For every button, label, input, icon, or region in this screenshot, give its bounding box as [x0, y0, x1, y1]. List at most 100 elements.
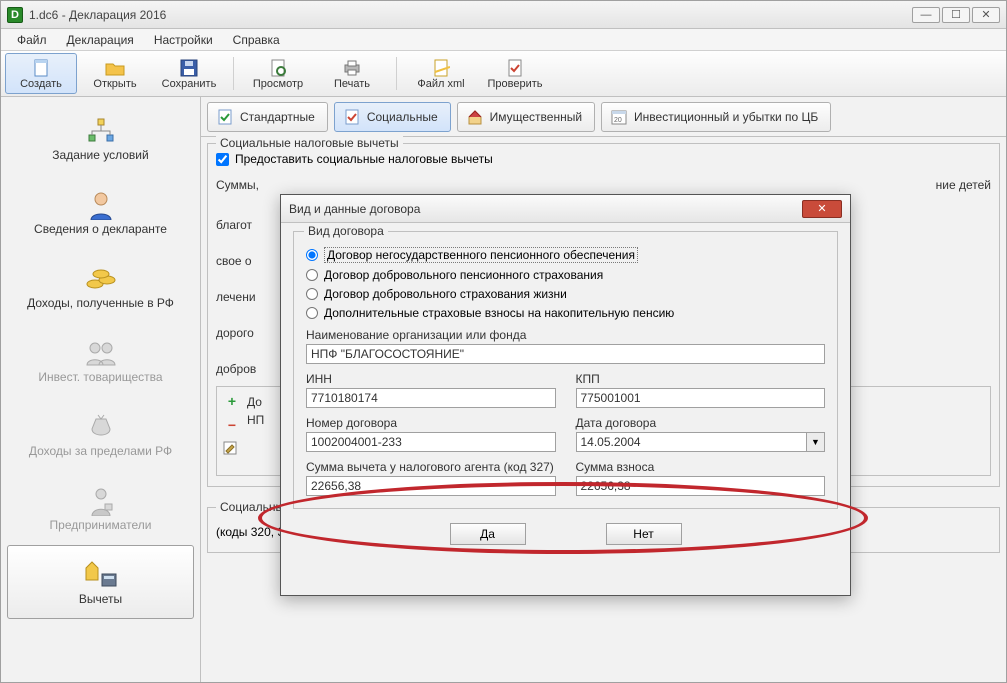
provide-checkbox[interactable] — [216, 153, 229, 166]
money-bag-icon — [88, 410, 114, 444]
radio-voluntary-pension[interactable]: Договор добровольного пенсионного страхо… — [306, 268, 825, 282]
tool-open[interactable]: Открыть — [79, 53, 151, 94]
dialog-title: Вид и данные договора — [289, 202, 420, 216]
print-icon — [343, 58, 361, 78]
tab-label: Стандартные — [240, 110, 315, 124]
tool-preview-label: Просмотр — [253, 78, 303, 90]
radio-ec-label: Дополнительные страховые взносы на накоп… — [324, 306, 674, 320]
tool-create-label: Создать — [20, 78, 62, 90]
tool-save[interactable]: Сохранить — [153, 53, 225, 94]
group-legend: Социальные налоговые вычеты — [216, 136, 403, 150]
tool-open-label: Открыть — [93, 78, 136, 90]
no-button[interactable]: Нет — [606, 523, 682, 545]
menu-file[interactable]: Файл — [9, 31, 55, 49]
edit-button[interactable] — [223, 441, 241, 459]
menubar: Файл Декларация Настройки Справка — [1, 29, 1006, 51]
document-check-icon — [216, 108, 234, 126]
inn-label: ИНН — [306, 372, 556, 386]
new-file-icon — [32, 58, 50, 78]
main-toolbar: Создать Открыть Сохранить Просмотр Печа — [1, 51, 1006, 97]
dialog-close-button[interactable]: ✕ — [802, 200, 842, 218]
tab-label: Социальные — [367, 110, 438, 124]
coins-icon — [85, 262, 117, 296]
voluntary-label: добров — [216, 362, 276, 376]
contract-date-input[interactable] — [576, 432, 808, 452]
tab-label: Имущественный — [490, 110, 582, 124]
radio-vp-input[interactable] — [306, 269, 318, 281]
agent-sum-label: Сумма вычета у налогового агента (код 32… — [306, 460, 556, 474]
sidebar-item-declarant[interactable]: Сведения о декларанте — [7, 175, 194, 249]
sidebar-item-conditions[interactable]: Задание условий — [7, 101, 194, 175]
contract-type-legend: Вид договора — [304, 224, 388, 238]
tool-print-label: Печать — [334, 78, 370, 90]
tab-standard[interactable]: Стандартные — [207, 102, 328, 132]
add-button[interactable]: + — [223, 393, 241, 411]
radio-li-input[interactable] — [306, 288, 318, 300]
contract-dialog: Вид и данные договора ✕ Вид договора Дог… — [280, 194, 851, 596]
org-label: Наименование организации или фонда — [306, 328, 825, 342]
check-icon — [506, 58, 524, 78]
sidebar-item-invest[interactable]: Инвест. товарищества — [7, 323, 194, 397]
folder-open-icon — [105, 58, 125, 78]
businessman-icon — [88, 484, 114, 518]
minimize-button[interactable]: — — [912, 7, 940, 23]
tab-label: Инвестиционный и убытки по ЦБ — [634, 110, 818, 124]
sidebar-label: Предприниматели — [50, 518, 152, 532]
sidebar-label: Доходы за пределами РФ — [29, 444, 172, 458]
contract-num-label: Номер договора — [306, 416, 556, 430]
expensive-label: дорого — [216, 326, 276, 340]
agent-sum-input[interactable] — [306, 476, 556, 496]
radio-ec-input[interactable] — [306, 307, 318, 319]
separator — [233, 57, 234, 90]
titlebar: D 1.dc6 - Декларация 2016 — ☐ ✕ — [1, 1, 1006, 29]
separator — [396, 57, 397, 90]
yes-button[interactable]: Да — [450, 523, 526, 545]
deduction-tabs: Стандартные Социальные Имущественный 20 … — [201, 97, 1006, 137]
radio-npf-input[interactable] — [306, 249, 318, 261]
menu-settings[interactable]: Настройки — [146, 31, 221, 49]
radio-li-label: Договор добровольного страхования жизни — [324, 287, 567, 301]
app-icon: D — [7, 7, 23, 23]
date-dropdown-button[interactable]: ▼ — [807, 432, 825, 452]
xml-file-icon — [432, 58, 450, 78]
sidebar-label: Доходы, полученные в РФ — [27, 296, 174, 310]
tool-create[interactable]: Создать — [5, 53, 77, 94]
svg-text:20: 20 — [614, 117, 622, 124]
sidebar: Задание условий Сведения о декларанте До… — [1, 97, 201, 682]
contrib-sum-input[interactable] — [576, 476, 826, 496]
sidebar-item-income-abroad[interactable]: Доходы за пределами РФ — [7, 397, 194, 471]
children-ext-label: ние детей — [911, 178, 991, 192]
contract-num-input[interactable] — [306, 432, 556, 452]
org-input[interactable] — [306, 344, 825, 364]
sidebar-item-deductions[interactable]: Вычеты — [7, 545, 194, 619]
kpp-input[interactable] — [576, 388, 826, 408]
radio-life-insurance[interactable]: Договор добровольного страхования жизни — [306, 287, 825, 301]
radio-extra-contrib[interactable]: Дополнительные страховые взносы на накоп… — [306, 306, 825, 320]
radio-npf[interactable]: Договор негосударственного пенсионного о… — [306, 247, 825, 263]
window-title: 1.dc6 - Декларация 2016 — [29, 8, 166, 22]
contract-date-label: Дата договора — [576, 416, 826, 430]
menu-help[interactable]: Справка — [225, 31, 288, 49]
inn-input[interactable] — [306, 388, 556, 408]
tool-check-label: Проверить — [487, 78, 542, 90]
save-icon — [180, 58, 198, 78]
tab-investment[interactable]: 20 Инвестиционный и убытки по ЦБ — [601, 102, 831, 132]
tool-check[interactable]: Проверить — [479, 53, 551, 94]
charity-label: благот — [216, 218, 276, 232]
dialog-titlebar: Вид и данные договора ✕ — [281, 195, 850, 223]
maximize-button[interactable]: ☐ — [942, 7, 970, 23]
tab-social[interactable]: Социальные — [334, 102, 451, 132]
radio-npf-label: Договор негосударственного пенсионного о… — [324, 247, 638, 263]
remove-button[interactable]: − — [223, 417, 241, 435]
contrib-sum-label: Сумма взноса — [576, 460, 826, 474]
sidebar-item-income-rf[interactable]: Доходы, полученные в РФ — [7, 249, 194, 323]
tab-property[interactable]: Имущественный — [457, 102, 595, 132]
menu-declaration[interactable]: Декларация — [59, 31, 142, 49]
tool-xml[interactable]: Файл xml — [405, 53, 477, 94]
own-label: свое о — [216, 254, 276, 268]
sidebar-item-entrepreneurs[interactable]: Предприниматели — [7, 471, 194, 545]
tool-preview[interactable]: Просмотр — [242, 53, 314, 94]
deductions-icon — [84, 558, 118, 592]
tool-print[interactable]: Печать — [316, 53, 388, 94]
close-button[interactable]: ✕ — [972, 7, 1000, 23]
